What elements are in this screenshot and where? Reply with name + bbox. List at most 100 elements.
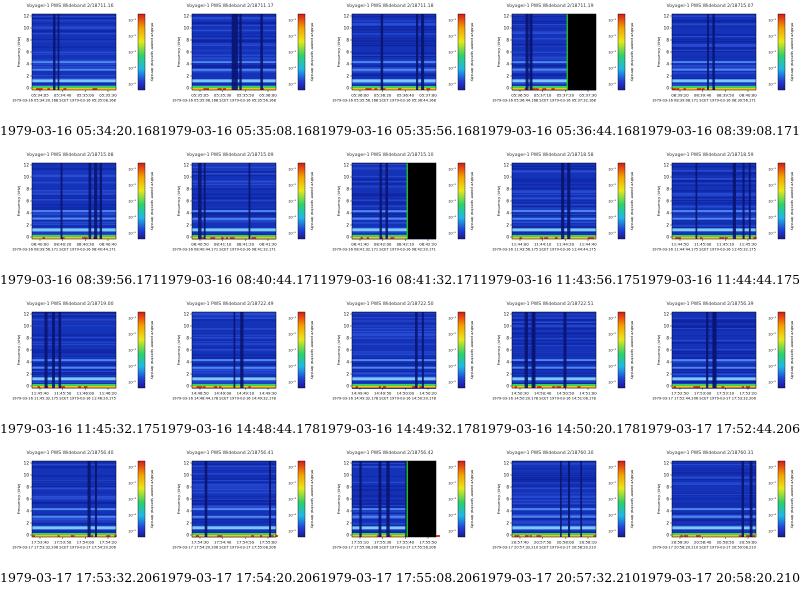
colorbar-tick-label: 10⁻¹ bbox=[768, 466, 776, 470]
y-tick-label: 0 bbox=[26, 533, 29, 538]
colorbar-tick-label: 10⁻⁵ bbox=[448, 232, 456, 236]
colorbar-tick-label: 10⁻⁵ bbox=[768, 381, 776, 385]
colorbar-tick-label: 10⁻² bbox=[768, 482, 776, 486]
colorbar-label: relative power spectral density bbox=[470, 321, 475, 381]
y-tick-label: 0 bbox=[666, 384, 669, 389]
spectrogram-plot bbox=[31, 162, 117, 240]
y-tick-label: 6 bbox=[26, 497, 29, 502]
plot-title: Voyager-1 PWS Wideband 2/18760.30 bbox=[506, 450, 593, 456]
thumbnail-caption[interactable]: 1979-03-16 08:39:56.171 bbox=[0, 272, 160, 287]
thumbnail-caption[interactable]: 1979-03-16 05:34:20.168 bbox=[0, 123, 160, 138]
y-tick-label: 8 bbox=[666, 187, 669, 192]
colorbar-tick-label: 10⁻² bbox=[128, 184, 136, 188]
spectrogram-thumbnail[interactable]: Voyager-1 PWS Wideband 2/18756.42 12 10 8 6 4… bbox=[320, 447, 480, 565]
colorbar-tick-label: 10⁻³ bbox=[448, 349, 456, 353]
thumbnail-caption[interactable]: 1979-03-17 17:52:44.206 bbox=[640, 421, 800, 436]
colorbar-tick-label: 10⁻⁴ bbox=[448, 365, 456, 369]
thumbnail-caption[interactable]: 1979-03-17 20:58:20.210 bbox=[640, 570, 800, 585]
thumbnail-caption[interactable]: 1979-03-16 14:50:20.178 bbox=[480, 421, 640, 436]
colorbar-tick-label: 10⁻⁵ bbox=[128, 530, 136, 534]
spectrogram-thumbnail[interactable]: Voyager-1 PWS Wideband 2/18718.59 12 10 8 6 4… bbox=[640, 149, 800, 267]
thumbnail-caption[interactable]: 1979-03-17 17:55:08.206 bbox=[320, 570, 480, 585]
x-tick-label: 08:42:00 bbox=[374, 242, 392, 247]
time-range-footer: 1979-03-16 05:34:20.168 SCET 1979-03-16 … bbox=[12, 99, 117, 103]
colorbar-tick-label: 10⁻² bbox=[448, 35, 456, 39]
spectrogram-thumbnail[interactable]: Voyager-1 PWS Wideband 2/18756.39 12 10 8 6 4… bbox=[640, 298, 800, 416]
colorbar-tick-label: 10⁻¹ bbox=[288, 19, 296, 23]
colorbar-tick-label: 10⁻² bbox=[608, 333, 616, 337]
spectrogram-thumbnail[interactable]: Voyager-1 PWS Wideband 2/18719.00 12 10 8 6 4… bbox=[0, 298, 160, 416]
spectrogram-thumbnail[interactable]: Voyager-1 PWS Wideband 2/18711.18 12 10 8 6 4… bbox=[320, 0, 480, 118]
thumbnail-caption[interactable]: 1979-03-16 05:35:08.168 bbox=[160, 123, 320, 138]
y-axis-label: Frequency (kHz) bbox=[176, 483, 181, 514]
y-tick-label: 0 bbox=[506, 533, 509, 538]
thumbnail-caption[interactable]: 1979-03-16 14:48:44.178 bbox=[160, 421, 320, 436]
spectrogram-thumbnail[interactable]: Voyager-1 PWS Wideband 2/18715.09 12 10 8 6 4… bbox=[160, 149, 320, 267]
thumbnail-caption[interactable]: 1979-03-17 17:54:20.206 bbox=[160, 570, 320, 585]
y-tick-label: 0 bbox=[666, 86, 669, 91]
x-tick-label: 05:35:05 bbox=[191, 93, 209, 98]
colorbar-tick-label: 10⁻¹ bbox=[448, 317, 456, 321]
y-axis-label: Frequency (kHz) bbox=[176, 36, 181, 67]
colorbar: 10⁻¹ 10⁻² 10⁻³ 10⁻⁴ 10⁻⁵ relative power spect… bbox=[448, 311, 475, 389]
y-tick-label: 2 bbox=[506, 74, 509, 79]
spectrogram-thumbnail[interactable]: Voyager-1 PWS Wideband 2/18715.07 12 10 8 6 4… bbox=[640, 0, 800, 118]
y-tick-label: 6 bbox=[346, 497, 349, 502]
thumbnail-caption[interactable]: 1979-03-16 08:39:08.171 bbox=[640, 123, 800, 138]
y-tick-label: 4 bbox=[26, 360, 29, 365]
y-tick-label: 10 bbox=[24, 324, 30, 329]
spectrogram-thumbnail[interactable]: Voyager-1 PWS Wideband 2/18760.31 12 10 8 6 4… bbox=[640, 447, 800, 565]
colorbar-tick-label: 10⁻⁵ bbox=[128, 381, 136, 385]
thumbnail-caption[interactable]: 1979-03-16 08:41:32.171 bbox=[320, 272, 480, 287]
spectrogram-thumbnail[interactable]: Voyager-1 PWS Wideband 2/18722.49 12 10 8 6 4… bbox=[160, 298, 320, 416]
plot-title: Voyager-1 PWS Wideband 2/18722.50 bbox=[346, 301, 433, 307]
spectrogram-thumbnail[interactable]: Voyager-1 PWS Wideband 2/18711.16 12 10 8 6 4… bbox=[0, 0, 160, 118]
plot-title: Voyager-1 PWS Wideband 2/18718.59 bbox=[666, 152, 753, 158]
x-tick-label: 20:58:30 bbox=[671, 540, 689, 545]
plot-title: Voyager-1 PWS Wideband 2/18715.08 bbox=[26, 152, 113, 158]
thumbnail-caption[interactable]: 1979-03-16 11:43:56.175 bbox=[480, 272, 640, 287]
spectrogram-thumbnail[interactable]: Voyager-1 PWS Wideband 2/18715.10 12 10 8 6 4… bbox=[320, 149, 480, 267]
x-tick-label: 11:46:20 bbox=[99, 391, 117, 396]
spectrogram-thumbnail[interactable]: Voyager-1 PWS Wideband 2/18722.50 12 10 8 6 4… bbox=[320, 298, 480, 416]
y-axis: 12 10 8 6 4 2 0 Frequency (kHz) bbox=[496, 14, 512, 91]
thumbnail-caption[interactable]: 1979-03-16 05:35:56.168 bbox=[320, 123, 480, 138]
thumbnail-caption[interactable]: 1979-03-16 08:40:44.171 bbox=[160, 272, 320, 287]
colorbar-label: relative power spectral density bbox=[470, 470, 475, 530]
y-tick-label: 12 bbox=[664, 14, 670, 19]
plot-title: Voyager-1 PWS Wideband 2/18722.51 bbox=[506, 301, 593, 307]
plot-title: Voyager-1 PWS Wideband 2/18715.10 bbox=[346, 152, 433, 158]
spectrogram-plot bbox=[511, 460, 597, 538]
thumbnail-caption[interactable]: 1979-03-16 11:44:44.175 bbox=[640, 272, 800, 287]
spectrogram-plot bbox=[351, 311, 437, 389]
colorbar: 10⁻¹ 10⁻² 10⁻³ 10⁻⁴ 10⁻⁵ relative power spect… bbox=[448, 13, 475, 91]
x-tick-label: 14:50:20 bbox=[419, 391, 437, 396]
x-tick-label: 05:36:50 bbox=[511, 93, 529, 98]
thumbnail-caption[interactable]: 1979-03-17 17:53:32.206 bbox=[0, 570, 160, 585]
thumbnail-caption[interactable]: 1979-03-16 11:45:32.175 bbox=[0, 421, 160, 436]
x-axis: 05:36:50 05:37:10 05:37:20 05:37:301979-03-… bbox=[492, 90, 597, 103]
colorbar-tick-label: 10⁻² bbox=[608, 482, 616, 486]
spectrogram-thumbnail[interactable]: Voyager-1 PWS Wideband 2/18756.40 12 10 8 6 4… bbox=[0, 447, 160, 565]
thumbnail-caption[interactable]: 1979-03-16 05:36:44.168 bbox=[480, 123, 640, 138]
spectrogram-thumbnail[interactable]: Voyager-1 PWS Wideband 2/18715.08 12 10 8 6 4… bbox=[0, 149, 160, 267]
colorbar-label: relative power spectral density bbox=[790, 172, 795, 232]
y-tick-label: 4 bbox=[26, 211, 29, 216]
spectrogram-thumbnail[interactable]: Voyager-1 PWS Wideband 2/18718.58 12 10 8 6 4… bbox=[480, 149, 640, 267]
x-tick-label: 14:49:40 bbox=[351, 391, 369, 396]
y-axis: 12 10 8 6 4 2 0 Frequency (kHz) bbox=[176, 14, 192, 91]
spectrogram-thumbnail[interactable]: Voyager-1 PWS Wideband 2/18711.19 12 10 8 6 4… bbox=[480, 0, 640, 118]
spectrogram-thumbnail[interactable]: Voyager-1 PWS Wideband 2/18760.30 12 10 8 6 4… bbox=[480, 447, 640, 565]
y-tick-label: 0 bbox=[506, 235, 509, 240]
y-tick-label: 10 bbox=[24, 473, 30, 478]
y-tick-label: 8 bbox=[666, 336, 669, 341]
spectrogram-thumbnail[interactable]: Voyager-1 PWS Wideband 2/18711.17 12 10 8 6 4… bbox=[160, 0, 320, 118]
thumbnail-caption[interactable]: 1979-03-16 14:49:32.178 bbox=[320, 421, 480, 436]
thumbnail-caption[interactable]: 1979-03-17 20:57:32.210 bbox=[480, 570, 640, 585]
spectrogram-thumbnail[interactable]: Voyager-1 PWS Wideband 2/18756.41 12 10 8 6 4… bbox=[160, 447, 320, 565]
colorbar-tick-label: 10⁻⁴ bbox=[128, 67, 136, 71]
y-tick-label: 6 bbox=[506, 497, 509, 502]
x-tick-label: 11:45:10 bbox=[717, 242, 735, 247]
x-tick-label: 05:36:40 bbox=[397, 93, 415, 98]
spectrogram-thumbnail[interactable]: Voyager-1 PWS Wideband 2/18722.51 12 10 8 6 4… bbox=[480, 298, 640, 416]
